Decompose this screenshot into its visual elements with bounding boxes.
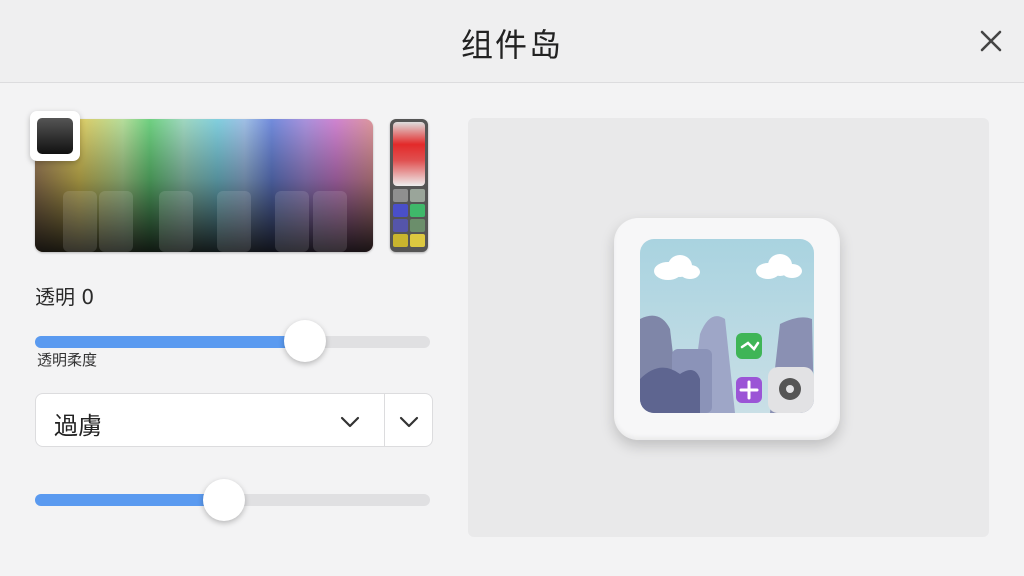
palette-block[interactable] [275,191,309,252]
current-color-swatch[interactable] [30,111,80,161]
hue-strip-gradient [393,122,425,186]
palette-block[interactable] [99,191,133,252]
hue-cell[interactable] [410,189,425,202]
widget-preview-tile[interactable] [614,218,840,440]
opacity-label: 透明 0 [35,285,95,309]
chevron-down-icon [340,416,360,428]
opacity-slider-caption: 透明柔度 [37,351,98,369]
hue-strip[interactable] [390,119,428,252]
hue-cell[interactable] [393,204,408,217]
widget-island-image [640,239,814,413]
hue-cell[interactable] [410,219,425,232]
window-title: 组件岛 [460,26,563,64]
hue-cell[interactable] [393,234,408,247]
current-color-fill [37,118,73,154]
palette-block[interactable] [63,191,97,252]
second-slider-thumb[interactable] [203,479,245,521]
hue-cell[interactable] [393,219,408,232]
opacity-slider-track[interactable] [35,336,430,348]
palette-block[interactable] [159,191,193,252]
widget-preview-area [468,118,989,537]
close-icon[interactable] [976,26,1006,56]
title-bar: 组件岛 [0,0,1024,83]
preset-select-value: 過虜 [54,412,102,440]
palette-swatch-blocks [35,191,373,252]
color-picker-panel: 透明 0 透明柔度 過虜 [0,83,460,576]
opacity-slider-thumb[interactable] [284,320,326,362]
hue-cell[interactable] [410,204,425,217]
hue-cell[interactable] [410,234,425,247]
gear-icon [779,378,801,400]
opacity-slider-fill [35,336,305,348]
hue-strip-cells [393,189,425,249]
preset-dropdown-button[interactable] [385,393,433,447]
hue-cell[interactable] [393,189,408,202]
chevron-down-icon [399,416,419,428]
color-palette[interactable] [35,119,373,252]
preset-select[interactable]: 過虜 [35,393,385,447]
palette-block[interactable] [313,191,347,252]
second-slider-fill [35,494,225,506]
palette-block[interactable] [217,191,251,252]
